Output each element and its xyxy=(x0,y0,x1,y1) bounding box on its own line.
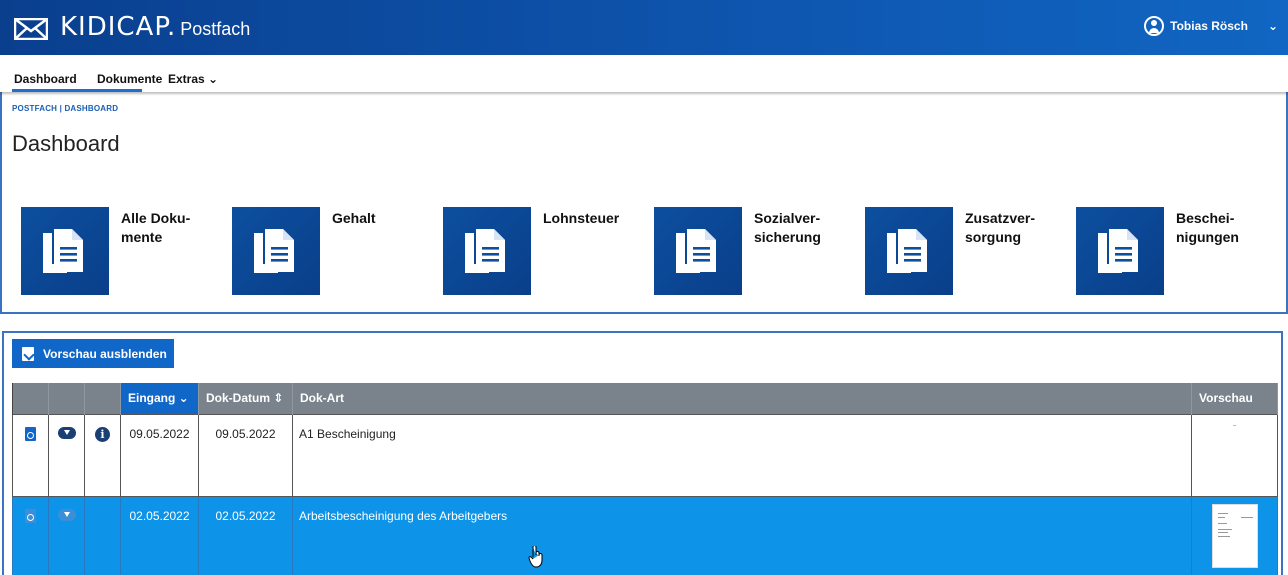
document-stack-icon xyxy=(887,229,927,273)
info-icon[interactable]: i xyxy=(95,426,110,442)
column-header-info xyxy=(84,383,121,414)
document-stack-icon xyxy=(254,229,294,273)
view-document-icon[interactable] xyxy=(25,426,36,441)
document-stack-icon xyxy=(43,229,83,273)
app-header: KIDICAP. Postfach Tobias Rösch ⌄ xyxy=(0,0,1288,55)
category-tile-label[interactable]: Zusatzver-sorgung xyxy=(965,209,1075,247)
user-name: Tobias Rösch xyxy=(1170,19,1248,33)
download-cell[interactable] xyxy=(48,413,85,497)
eingang-cell: 09.05.2022 xyxy=(120,413,199,497)
category-tile-icon-box[interactable] xyxy=(21,207,109,295)
eingang-cell: 02.05.2022 xyxy=(120,495,199,575)
hide-preview-label: Vorschau ausblenden xyxy=(43,346,167,361)
category-tile[interactable]: Zusatzver-sorgung xyxy=(865,207,1085,295)
category-tile-label[interactable]: Gehalt xyxy=(332,209,442,228)
dok-art-cell: Arbeitsbescheinigung des Arbeitgebers xyxy=(292,495,1192,575)
brand-logo[interactable]: KIDICAP. Postfach xyxy=(60,12,250,42)
view-document-icon[interactable] xyxy=(25,508,36,523)
document-stack-icon xyxy=(465,229,505,273)
document-stack-icon xyxy=(676,229,716,273)
column-header-dok-datum[interactable]: Dok-Datum ⇕ xyxy=(198,383,293,414)
table-header-row: Eingang ⌄ Dok-Datum ⇕ Dok-Art Vorschau xyxy=(12,383,1278,414)
dok-art-cell: A1 Bescheinigung xyxy=(292,413,1192,497)
category-tile[interactable]: Lohnsteuer xyxy=(443,207,663,295)
category-tile-label[interactable]: Beschei-nigungen xyxy=(1176,209,1286,247)
download-cell[interactable] xyxy=(48,495,85,575)
dok-datum-cell: 02.05.2022 xyxy=(198,495,293,575)
user-avatar-icon xyxy=(1144,16,1165,36)
documents-table: Eingang ⌄ Dok-Datum ⇕ Dok-Art Vorschau i… xyxy=(12,383,1278,575)
column-header-dok-art[interactable]: Dok-Art xyxy=(292,383,1192,414)
breadcrumb[interactable]: POSTFACH | DASHBOARD xyxy=(12,104,118,113)
column-header-view xyxy=(12,383,49,414)
category-tile-icon-box[interactable] xyxy=(232,207,320,295)
table-row-selected[interactable]: 02.05.2022 02.05.2022 Arbeitsbescheinigu… xyxy=(12,495,1278,575)
category-tile-label[interactable]: Sozialver-sicherung xyxy=(754,209,864,247)
category-tile[interactable]: Gehalt xyxy=(232,207,452,295)
cloud-download-icon[interactable] xyxy=(57,508,76,521)
preview-document-icon xyxy=(22,346,34,361)
info-cell xyxy=(84,495,121,575)
document-stack-icon xyxy=(1098,229,1138,273)
column-header-vorschau: Vorschau xyxy=(1191,383,1278,414)
dok-datum-cell: 09.05.2022 xyxy=(198,413,293,497)
nav-item-extras[interactable]: Extras ⌄ xyxy=(168,72,218,86)
category-tile[interactable]: Beschei-nigungen xyxy=(1076,207,1288,295)
view-cell[interactable] xyxy=(12,413,49,497)
user-menu[interactable]: Tobias Rösch ⌄ xyxy=(1144,16,1278,36)
hide-preview-button[interactable]: Vorschau ausblenden xyxy=(12,339,174,368)
preview-cell xyxy=(1191,413,1278,497)
nav-item-dokumente[interactable]: Dokumente xyxy=(97,72,162,86)
nav-item-dashboard[interactable]: Dashboard xyxy=(12,72,142,92)
category-tile-label[interactable]: Alle Doku-mente xyxy=(121,209,231,247)
view-cell[interactable] xyxy=(12,495,49,575)
brand-name: KIDICAP. xyxy=(60,12,177,42)
brand-suffix: Postfach xyxy=(180,19,251,39)
category-tile-icon-box[interactable] xyxy=(1076,207,1164,295)
category-tile-label[interactable]: Lohnsteuer xyxy=(543,209,653,228)
info-cell[interactable]: i xyxy=(84,413,121,497)
preview-placeholder xyxy=(1233,424,1236,426)
category-tile-icon-box[interactable] xyxy=(443,207,531,295)
cloud-download-icon[interactable] xyxy=(57,426,76,439)
category-tile[interactable]: Sozialver-sicherung xyxy=(654,207,874,295)
hand-pointer-cursor-icon xyxy=(528,546,543,568)
column-header-eingang[interactable]: Eingang ⌄ xyxy=(120,383,199,414)
document-thumbnail[interactable] xyxy=(1211,503,1258,568)
page-title: Dashboard xyxy=(12,131,120,156)
category-tile-icon-box[interactable] xyxy=(865,207,953,295)
mail-logo-icon xyxy=(14,18,48,40)
category-tile-icon-box[interactable] xyxy=(654,207,742,295)
chevron-down-icon: ⌄ xyxy=(1267,19,1278,33)
column-header-download xyxy=(48,383,85,414)
preview-cell[interactable] xyxy=(1191,495,1278,575)
table-row[interactable]: i 09.05.2022 09.05.2022 A1 Bescheinigung xyxy=(12,413,1278,497)
category-tile[interactable]: Alle Doku-mente xyxy=(21,207,241,295)
main-nav: Dashboard Dokumente Extras ⌄ xyxy=(0,55,1288,92)
